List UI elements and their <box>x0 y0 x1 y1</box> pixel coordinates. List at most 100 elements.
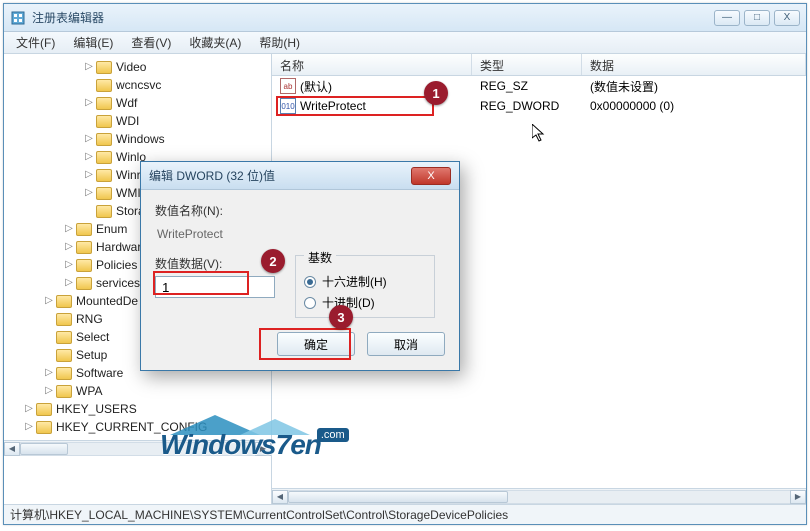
radix-hex-option[interactable]: 十六进制(H) <box>304 273 426 290</box>
tree-node-label: Select <box>76 328 109 346</box>
expand-icon[interactable]: ▷ <box>24 418 34 436</box>
value-data: (数值未设置) <box>582 78 806 95</box>
radio-icon <box>304 276 316 288</box>
menu-favorites[interactable]: 收藏夹(A) <box>181 32 249 53</box>
scroll-thumb[interactable] <box>20 443 68 455</box>
folder-icon <box>56 331 72 344</box>
tree-node[interactable]: ▷HKEY_USERS <box>6 400 271 418</box>
menu-bar: 文件(F) 编辑(E) 查看(V) 收藏夹(A) 帮助(H) <box>4 32 806 54</box>
menu-view[interactable]: 查看(V) <box>123 32 179 53</box>
scroll-track[interactable] <box>20 442 255 456</box>
value-name-display: WriteProtect <box>155 223 445 245</box>
folder-icon <box>56 385 72 398</box>
tree-node[interactable]: ▷HKEY_CURRENT_CONFIG <box>6 418 271 436</box>
radio-icon <box>304 297 316 309</box>
ok-button[interactable]: 确定 <box>277 332 355 356</box>
tree-node-label: services <box>96 274 140 292</box>
tree-node-label: Software <box>76 364 123 382</box>
tree-node-label: Enum <box>96 220 127 238</box>
col-name[interactable]: 名称 <box>272 54 472 75</box>
folder-icon <box>76 259 92 272</box>
regedit-icon <box>10 10 26 26</box>
expand-icon[interactable]: ▷ <box>84 148 94 166</box>
value-row[interactable]: 010 WriteProtect REG_DWORD0x00000000 (0) <box>272 96 806 116</box>
folder-icon <box>56 313 72 326</box>
tree-node[interactable]: ▷Windows <box>6 130 271 148</box>
cursor-icon <box>532 124 548 147</box>
value-name: (默认) <box>300 78 332 95</box>
dialog-title-bar[interactable]: 编辑 DWORD (32 位)值 X <box>141 162 459 190</box>
expand-icon[interactable]: ▷ <box>84 184 94 202</box>
folder-icon <box>96 187 112 200</box>
scroll-right-button[interactable]: ▶ <box>255 442 271 456</box>
menu-file[interactable]: 文件(F) <box>8 32 63 53</box>
value-data: 0x00000000 (0) <box>582 99 806 113</box>
tree-node-label: wcncsvc <box>116 76 161 94</box>
value-type: REG_SZ <box>472 79 582 93</box>
expand-icon[interactable]: ▷ <box>44 382 54 400</box>
values-header: 名称 类型 数据 <box>272 54 806 76</box>
expand-icon[interactable]: ▷ <box>64 256 74 274</box>
edit-dword-dialog: 编辑 DWORD (32 位)值 X 数值名称(N): WriteProtect… <box>140 161 460 371</box>
folder-icon <box>96 133 112 146</box>
value-data-input[interactable] <box>155 276 275 298</box>
status-path: 计算机\HKEY_LOCAL_MACHINE\SYSTEM\CurrentCon… <box>10 506 508 523</box>
folder-icon <box>56 349 72 362</box>
value-name: WriteProtect <box>300 99 366 113</box>
dword-icon: 010 <box>280 98 296 114</box>
close-button[interactable]: X <box>774 10 800 26</box>
col-data[interactable]: 数据 <box>582 54 806 75</box>
dialog-close-button[interactable]: X <box>411 167 451 185</box>
tree-node-label: Hardwar <box>96 238 141 256</box>
expand-icon[interactable]: ▷ <box>84 166 94 184</box>
expand-icon[interactable]: ▷ <box>44 292 54 310</box>
expand-icon[interactable]: ▷ <box>64 220 74 238</box>
expand-icon[interactable]: ▷ <box>64 274 74 292</box>
expand-icon[interactable]: ▷ <box>24 400 34 418</box>
tree-node-label: Policies <box>96 256 137 274</box>
expand-icon[interactable]: ▷ <box>84 58 94 76</box>
annotation-badge-3: 3 <box>329 305 353 329</box>
scroll-left-button[interactable]: ◀ <box>4 442 20 456</box>
expand-icon[interactable]: ▷ <box>84 130 94 148</box>
menu-help[interactable]: 帮助(H) <box>251 32 308 53</box>
scroll-thumb[interactable] <box>288 491 508 503</box>
title-bar: 注册表编辑器 — □ X <box>4 4 806 32</box>
tree-node[interactable]: WDI <box>6 112 271 130</box>
value-type: REG_DWORD <box>472 99 582 113</box>
tree-node[interactable]: ▷Wdf <box>6 94 271 112</box>
tree-node[interactable]: ▷WPA <box>6 382 271 400</box>
tree-node[interactable]: ▷Video <box>6 58 271 76</box>
menu-edit[interactable]: 编辑(E) <box>65 32 121 53</box>
folder-icon <box>56 367 72 380</box>
scroll-right-button[interactable]: ▶ <box>790 490 806 504</box>
tree-node-label: Setup <box>76 346 107 364</box>
folder-icon <box>76 223 92 236</box>
maximize-button[interactable]: □ <box>744 10 770 26</box>
expand-icon[interactable]: ▷ <box>44 364 54 382</box>
tree-hscrollbar[interactable]: ◀ ▶ <box>4 440 271 456</box>
scroll-left-button[interactable]: ◀ <box>272 490 288 504</box>
list-hscrollbar[interactable]: ◀ ▶ <box>272 488 806 504</box>
radix-legend: 基数 <box>304 249 336 266</box>
radix-dec-option[interactable]: 十进制(D) <box>304 294 426 311</box>
radix-hex-label: 十六进制(H) <box>322 273 387 290</box>
folder-icon <box>36 421 52 434</box>
tree-node[interactable]: wcncsvc <box>6 76 271 94</box>
minimize-button[interactable]: — <box>714 10 740 26</box>
cancel-button[interactable]: 取消 <box>367 332 445 356</box>
string-icon: ab <box>280 78 296 94</box>
value-name-label: 数值名称(N): <box>155 202 445 219</box>
expand-icon[interactable]: ▷ <box>64 238 74 256</box>
folder-icon <box>76 277 92 290</box>
radix-group: 基数 十六进制(H) 十进制(D) <box>295 255 435 318</box>
col-type[interactable]: 类型 <box>472 54 582 75</box>
folder-icon <box>96 79 112 92</box>
value-row[interactable]: ab(默认) REG_SZ(数值未设置) <box>272 76 806 96</box>
expand-icon[interactable]: ▷ <box>84 94 94 112</box>
annotation-badge-2: 2 <box>261 249 285 273</box>
folder-icon <box>96 97 112 110</box>
scroll-track[interactable] <box>288 490 790 504</box>
folder-icon <box>96 205 112 218</box>
window-title: 注册表编辑器 <box>32 9 714 26</box>
